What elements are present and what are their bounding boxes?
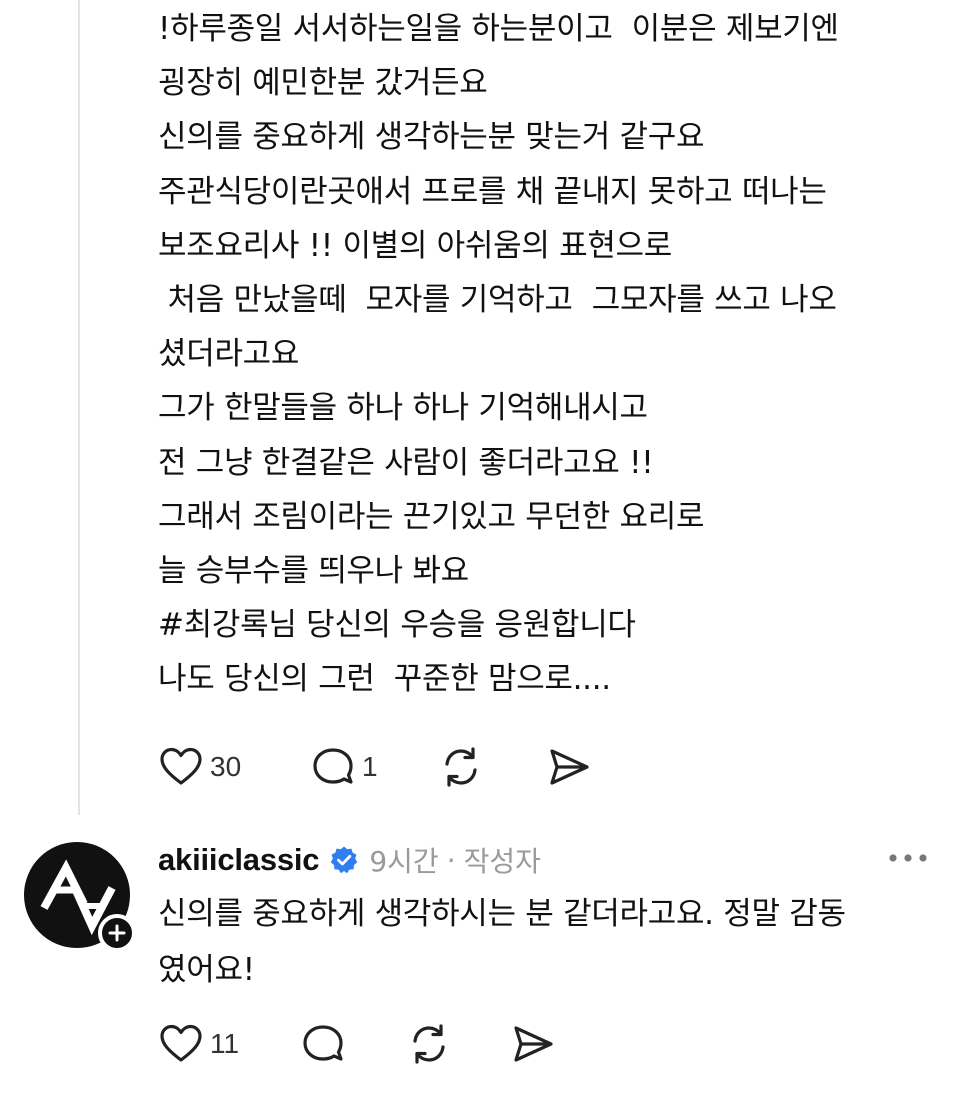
post-text-line: 나도 당신의 그런 꾸준한 맘으로.... [158, 661, 611, 698]
repost-icon [413, 1024, 445, 1064]
post-text-line: 신의를 중요하게 생각하는분 맞는거 같구요 [158, 119, 705, 156]
like-count: 30 [210, 751, 242, 782]
like-button[interactable]: 30 [158, 744, 310, 790]
post-text-line: 처음 만났을떼 모자를 기억하고 그모자를 쓰고 나오 [158, 281, 837, 318]
post-text-line: #최강록님 당신의 우승을 응원합니다 [158, 607, 636, 644]
follow-button[interactable] [98, 914, 136, 952]
reply-header: akiiiclassic 9시간 · 작성자 [158, 838, 928, 882]
share-button[interactable] [546, 744, 606, 790]
reply-username[interactable]: akiiiclassic [158, 842, 320, 878]
post-text: !하루종일 서서하는일을 하는분이고 이분은 제보기엔 굉장히 예민한분 갔거든… [158, 2, 948, 706]
author-tag: 작성자 [463, 845, 541, 878]
repost-button[interactable] [438, 744, 546, 790]
reply-timestamp: 9시간 [369, 845, 439, 878]
more-dots-icon[interactable] [888, 848, 928, 868]
reply-like-count: 11 [210, 1028, 240, 1059]
comment-bubble-icon [313, 748, 353, 784]
reply-action-bar: 11 [158, 1021, 570, 1067]
reply-avatar-container[interactable] [24, 842, 136, 954]
send-icon [550, 749, 589, 785]
meta-separator: · [446, 843, 456, 877]
reply-like-button[interactable]: 11 [158, 1021, 300, 1067]
post-text-line: 전 그냥 한결같은 사람이 좋더라고요 !! [158, 444, 654, 481]
reply-button[interactable]: 1 [310, 744, 438, 790]
verified-badge-icon [331, 846, 358, 874]
send-icon [514, 1026, 553, 1062]
heart-icon [160, 747, 202, 785]
reply-text: 신의를 중요하게 생각하시는 분 같더라고요. 정말 감동 였어요! [158, 886, 948, 998]
reply-comment-button[interactable] [300, 1021, 406, 1067]
post-text-line: !하루종일 서서하는일을 하는분이고 이분은 제보기엔 [158, 11, 839, 47]
post-text-line: 굉장히 예민한분 갔거든요 [158, 65, 488, 102]
reply-share-button[interactable] [510, 1021, 570, 1067]
repost-icon [445, 747, 477, 787]
post-text-line: 셨더라고요 [158, 336, 300, 373]
post-text-line: 보조요리사 !! 이별의 아쉬움의 표현으로 [158, 227, 672, 264]
reply-repost-button[interactable] [406, 1021, 510, 1067]
reply-count: 1 [362, 751, 378, 782]
post-action-bar: 30 1 [158, 744, 606, 790]
post-text-line: 주관식당이란곳애서 프로를 채 끝내지 못하고 떠나는 [158, 173, 827, 210]
post-text-line: 그래서 조림이라는 끈기있고 무던한 요리로 [158, 498, 705, 535]
thread-connector-line [78, 0, 80, 815]
post-text-line: 그가 한말들을 하나 하나 기억해내시고 [158, 390, 648, 427]
reply-text-line: 였어요! [158, 952, 255, 988]
post-text-line: 늘 승부수를 띄우나 봐요 [158, 552, 469, 589]
heart-icon [160, 1024, 202, 1062]
plus-icon [108, 924, 126, 942]
reply-text-line: 신의를 중요하게 생각하시는 분 같더라고요. 정말 감동 [158, 896, 846, 932]
comment-bubble-icon [303, 1025, 343, 1061]
